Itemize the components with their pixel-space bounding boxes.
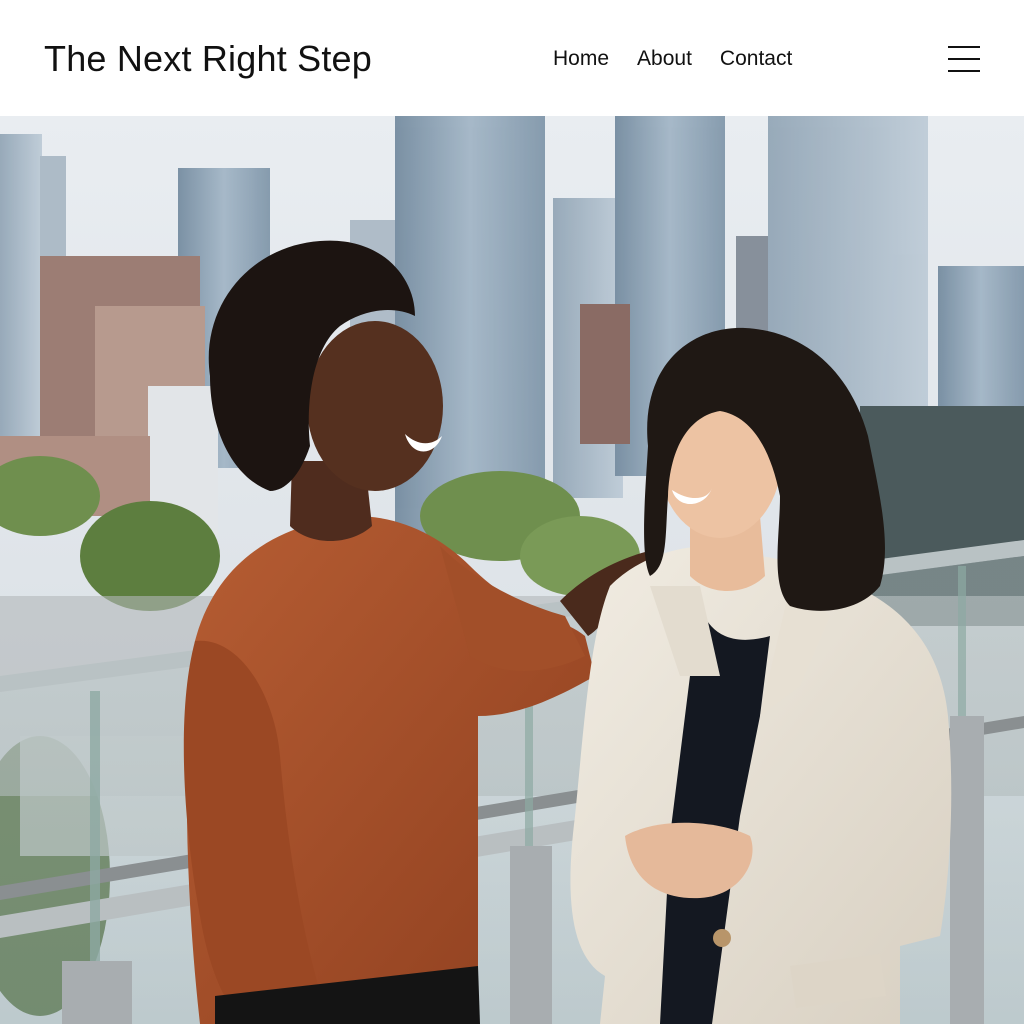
nav-link-contact[interactable]: Contact [720, 47, 792, 71]
nav-link-about[interactable]: About [637, 47, 692, 71]
hero-image [0, 116, 1024, 1024]
main-nav: Home About Contact [553, 47, 792, 71]
nav-link-home[interactable]: Home [553, 47, 609, 71]
site-header: The Next Right Step Home About Contact [0, 0, 1024, 116]
hamburger-menu-icon[interactable] [946, 46, 982, 72]
hero-photo-illustration [0, 116, 1024, 1024]
site-title[interactable]: The Next Right Step [44, 38, 372, 80]
